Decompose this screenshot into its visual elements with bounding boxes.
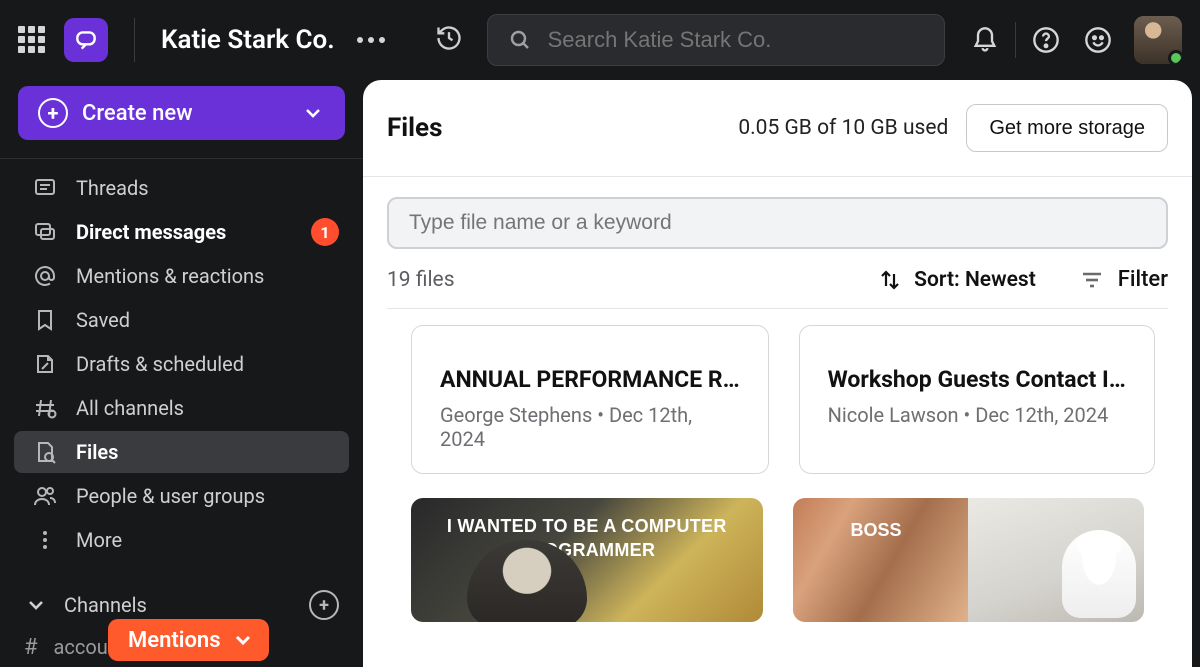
- avatar[interactable]: [1134, 16, 1182, 64]
- sidebar-item-label: Direct messages: [76, 220, 226, 244]
- get-more-storage-button[interactable]: Get more storage: [966, 104, 1168, 152]
- sidebar-item-people[interactable]: People & user groups: [14, 475, 349, 517]
- thumbnail-graphic: [1062, 530, 1136, 618]
- file-thumbnail[interactable]: I WANTED TO BE A COMPUTER PROGRAMMER: [411, 498, 763, 622]
- file-card-meta: George Stephens • Dec 12th, 2024: [440, 403, 740, 451]
- sort-label: Sort: Newest: [914, 268, 1036, 292]
- workspace-menu-icon[interactable]: [357, 37, 385, 43]
- help-icon[interactable]: [1020, 14, 1072, 66]
- history-icon[interactable]: [435, 24, 463, 56]
- storage-text: 0.05 GB of 10 GB used: [738, 116, 948, 140]
- sort-button[interactable]: Sort: Newest: [878, 268, 1036, 292]
- filter-icon: [1080, 268, 1104, 292]
- sidebar-item-saved[interactable]: Saved: [14, 299, 349, 341]
- sidebar: + Create new Threads Direct messages 1 M…: [0, 80, 363, 667]
- thumbnail-text: I WANTED TO BE A COMPUTER: [447, 514, 727, 538]
- presence-indicator: [1168, 50, 1182, 64]
- chevron-down-icon: [301, 101, 325, 125]
- sidebar-item-label: Files: [76, 440, 118, 464]
- sidebar-item-label: Drafts & scheduled: [76, 352, 244, 376]
- topbar-right: [959, 14, 1182, 66]
- sidebar-item-label: People & user groups: [76, 484, 265, 508]
- divider: [1015, 22, 1016, 58]
- sidebar-item-label: Threads: [76, 176, 149, 200]
- sidebar-item-label: Mentions & reactions: [76, 264, 264, 288]
- file-card[interactable]: Workshop Guests Contact I… Nicole Lawson…: [799, 325, 1155, 474]
- chevron-down-icon: [24, 593, 48, 617]
- sidebar-item-all-channels[interactable]: All channels: [14, 387, 349, 429]
- search-icon: [508, 28, 532, 52]
- sidebar-item-more[interactable]: More: [14, 519, 349, 561]
- chevron-down-icon: [231, 628, 255, 652]
- all-channels-icon: [32, 396, 58, 420]
- sidebar-item-drafts[interactable]: Drafts & scheduled: [14, 343, 349, 385]
- sort-icon: [878, 268, 902, 292]
- file-card-meta: Nicole Lawson • Dec 12th, 2024: [828, 403, 1126, 427]
- dm-icon: [32, 220, 58, 244]
- create-new-label: Create new: [82, 101, 287, 126]
- file-thumbnail[interactable]: BOSS ME: [793, 498, 1145, 622]
- people-icon: [32, 484, 58, 508]
- file-search-input[interactable]: [387, 197, 1168, 249]
- global-search[interactable]: [487, 14, 945, 66]
- filter-label: Filter: [1118, 267, 1168, 292]
- main-header: Files 0.05 GB of 10 GB used Get more sto…: [363, 104, 1192, 176]
- section-label: Channels: [64, 593, 147, 617]
- main-panel: Files 0.05 GB of 10 GB used Get more sto…: [363, 80, 1192, 667]
- mentions-pill[interactable]: Mentions: [108, 619, 269, 661]
- workspace-name[interactable]: Katie Stark Co.: [161, 25, 335, 55]
- filter-button[interactable]: Filter: [1080, 267, 1168, 292]
- file-card-title: Workshop Guests Contact I…: [828, 366, 1126, 393]
- more-icon: [32, 528, 58, 552]
- sidebar-item-mentions-reactions[interactable]: Mentions & reactions: [14, 255, 349, 297]
- file-count: 19 files: [387, 268, 455, 292]
- bookmark-icon: [32, 308, 58, 332]
- sidebar-item-direct-messages[interactable]: Direct messages 1: [14, 211, 349, 253]
- files-icon: [32, 440, 58, 464]
- drafts-icon: [32, 352, 58, 376]
- file-card-title: ANNUAL PERFORMANCE R…: [440, 366, 740, 393]
- divider: [0, 158, 363, 159]
- file-card[interactable]: ANNUAL PERFORMANCE R… George Stephens • …: [411, 325, 769, 474]
- global-search-input[interactable]: [548, 27, 924, 53]
- unread-badge: 1: [311, 218, 339, 246]
- create-new-button[interactable]: + Create new: [18, 86, 345, 140]
- page-title: Files: [387, 113, 442, 143]
- app-logo[interactable]: [64, 18, 108, 62]
- plus-icon: +: [38, 98, 68, 128]
- at-icon: [32, 264, 58, 288]
- emoji-icon[interactable]: [1072, 14, 1124, 66]
- hash-icon: #: [24, 635, 38, 660]
- mentions-label: Mentions: [128, 628, 221, 653]
- notifications-icon[interactable]: [959, 14, 1011, 66]
- sidebar-item-label: Saved: [76, 308, 130, 332]
- sidebar-item-files[interactable]: Files: [14, 431, 349, 473]
- sidebar-item-label: All channels: [76, 396, 184, 420]
- add-channel-button[interactable]: +: [309, 590, 339, 620]
- file-controls: 19 files Sort: Newest Filter ANNUAL PERF…: [363, 177, 1192, 622]
- topbar: Katie Stark Co.: [0, 0, 1200, 80]
- sidebar-item-label: More: [76, 528, 122, 552]
- thumbnail-text: BOSS: [851, 520, 902, 541]
- sidebar-item-threads[interactable]: Threads: [14, 167, 349, 209]
- threads-icon: [32, 176, 58, 200]
- divider: [134, 18, 135, 62]
- apps-grid-icon[interactable]: [18, 26, 46, 54]
